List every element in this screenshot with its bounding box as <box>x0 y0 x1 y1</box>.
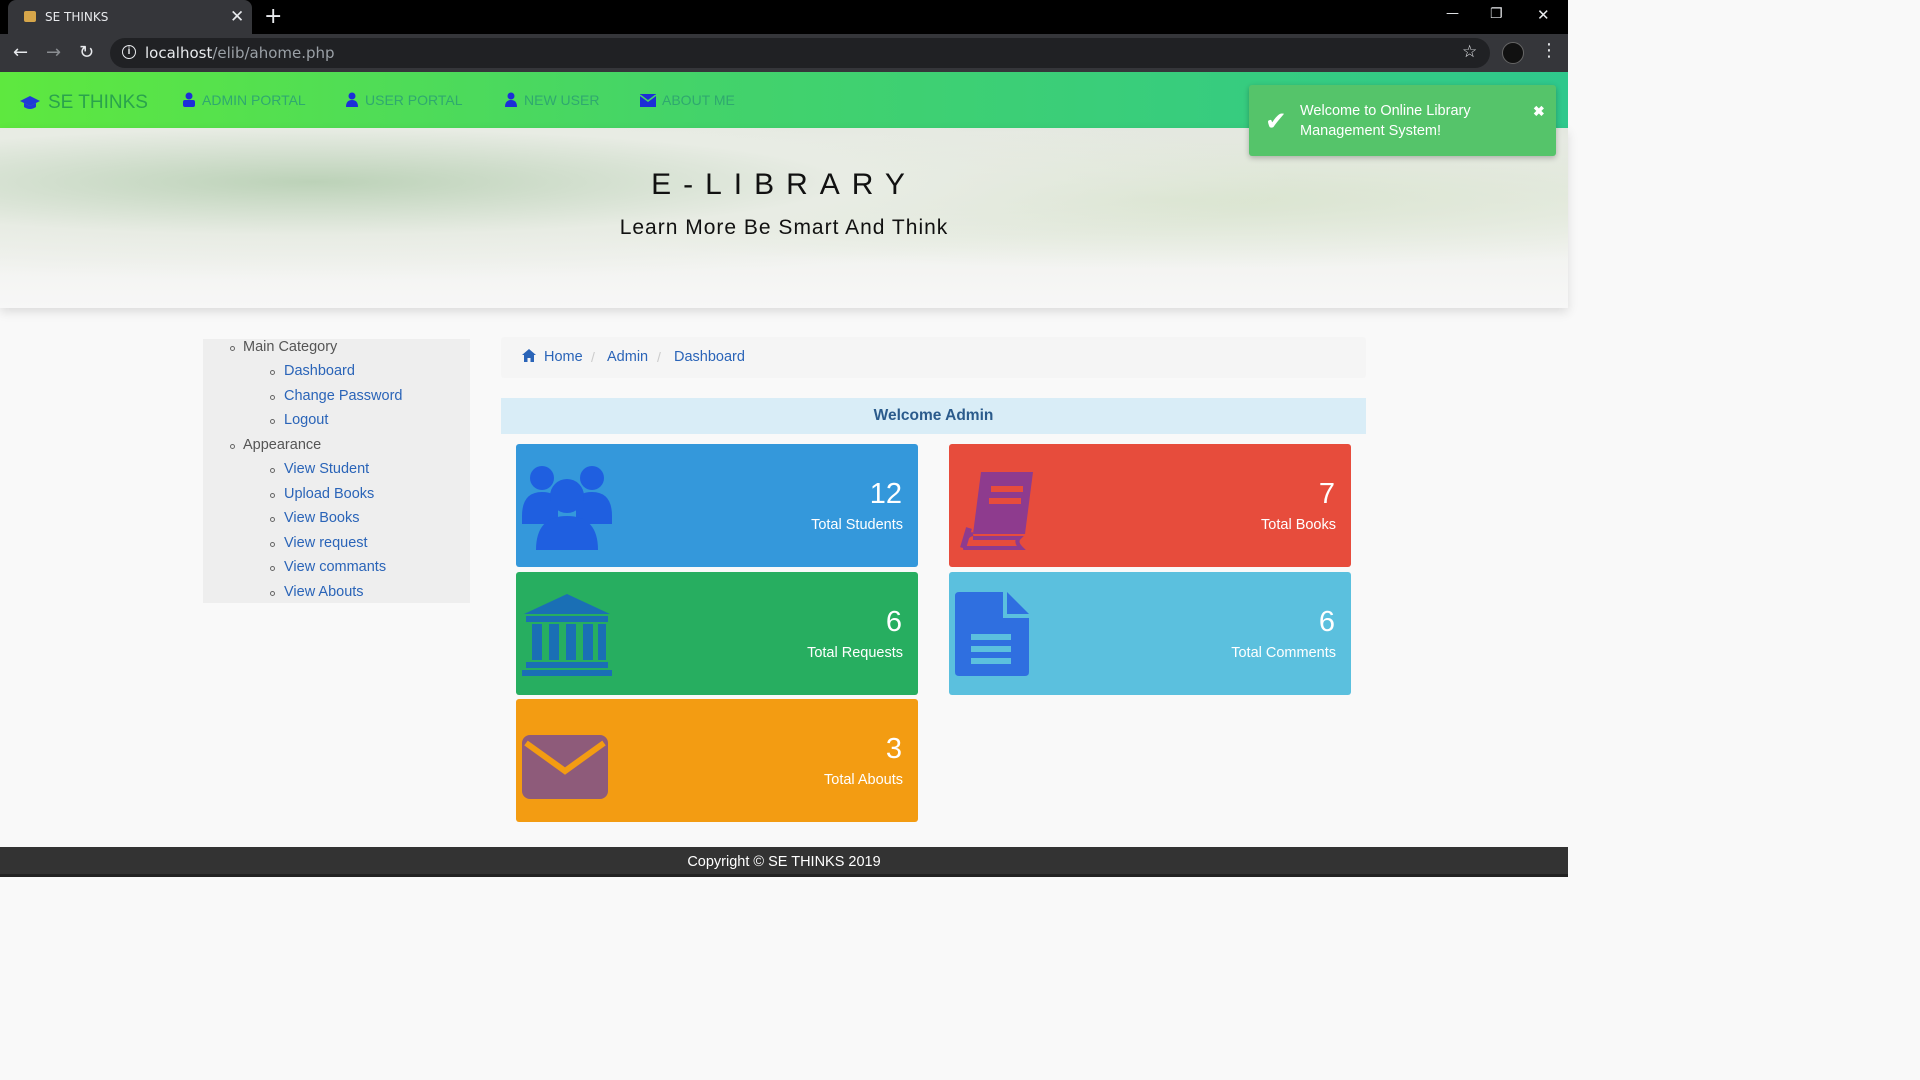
card-value: 3 <box>885 733 902 765</box>
card-label: Total Students <box>811 517 903 533</box>
welcome-toast: ✔ Welcome to Online Library Management S… <box>1249 85 1556 156</box>
sidebar-item-dashboard[interactable]: Dashboard <box>284 363 355 379</box>
graduation-cap-icon <box>20 96 40 109</box>
browser-toolbar: ← → ↻ i localhost/elib/ahome.php ☆ ⋮ <box>0 34 1568 72</box>
breadcrumb-dashboard[interactable]: Dashboard <box>674 349 745 365</box>
file-icon <box>955 592 1029 676</box>
sidebar-category-appearance: Appearance <box>243 437 322 453</box>
breadcrumb-separator: / <box>591 349 595 365</box>
browser-tab[interactable]: SE THINKS ✕ <box>8 0 252 34</box>
card-label: Total Comments <box>1231 645 1336 661</box>
card-label: Total Requests <box>807 645 903 661</box>
welcome-text: Welcome Admin <box>873 407 994 424</box>
sidebar-item-view-commants[interactable]: View commants <box>284 559 386 575</box>
user-icon <box>346 92 358 107</box>
sidebar-item-view-request[interactable]: View request <box>284 535 368 551</box>
nav-label: ABOUT ME <box>662 92 735 108</box>
envelope-icon <box>640 93 656 107</box>
bullet-icon <box>270 591 275 596</box>
copyright-text: Copyright © SE THINKS 2019 <box>687 854 881 870</box>
nav-new-user[interactable]: NEW USER <box>504 92 599 108</box>
sidebar-item-view-abouts[interactable]: View Abouts <box>284 584 364 600</box>
bullet-icon <box>270 517 275 522</box>
card-total-books[interactable]: 7 Total Books <box>949 444 1351 567</box>
brand-link[interactable]: SE THINKS <box>20 92 148 114</box>
sidebar-item-logout[interactable]: Logout <box>284 412 328 428</box>
bullet-icon <box>270 370 275 375</box>
sidebar-item-upload-books[interactable]: Upload Books <box>284 486 374 502</box>
toast-close-icon[interactable]: ✖ <box>1533 103 1545 120</box>
tab-close-icon[interactable]: ✕ <box>230 7 244 27</box>
favicon-icon <box>24 11 36 22</box>
bullet-icon <box>270 542 275 547</box>
user-add-icon <box>505 92 517 107</box>
sidebar-item-change-password[interactable]: Change Password <box>284 388 403 404</box>
bullet-icon <box>270 419 275 424</box>
nav-label: NEW USER <box>524 92 600 108</box>
card-value: 6 <box>1318 606 1335 638</box>
bullet-icon <box>270 493 275 498</box>
page-bottom-edge <box>0 877 1568 882</box>
home-icon <box>522 349 536 362</box>
card-total-comments[interactable]: 6 Total Comments <box>949 572 1351 695</box>
sidebar: Main Category Dashboard Change Password … <box>203 339 470 603</box>
sidebar-item-view-student[interactable]: View Student <box>284 461 369 477</box>
back-arrow-icon[interactable]: ← <box>13 42 28 63</box>
nav-label: ADMIN PORTAL <box>202 92 306 108</box>
info-icon[interactable]: i <box>122 45 136 59</box>
bullet-icon <box>230 444 235 449</box>
welcome-banner: Welcome Admin <box>501 398 1366 434</box>
nav-admin-portal[interactable]: ADMIN PORTAL <box>182 92 306 108</box>
brand-name: SE THINKS <box>48 92 148 113</box>
card-value: 7 <box>1318 478 1335 510</box>
card-value: 6 <box>885 606 902 638</box>
card-total-students[interactable]: 12 Total Students <box>516 444 918 567</box>
toast-message: Welcome to Online Library Management Sys… <box>1300 103 1471 139</box>
address-bar[interactable]: i localhost/elib/ahome.php ☆ <box>110 38 1490 68</box>
reload-icon[interactable]: ↻ <box>79 42 94 63</box>
card-total-abouts[interactable]: 3 Total Abouts <box>516 699 918 822</box>
bullet-icon <box>270 395 275 400</box>
card-value: 12 <box>869 478 902 510</box>
restore-button[interactable]: ❐ <box>1490 6 1503 22</box>
card-label: Total Abouts <box>824 772 903 788</box>
bullet-icon <box>270 468 275 473</box>
nav-label: USER PORTAL <box>365 92 463 108</box>
profile-avatar[interactable] <box>1502 42 1524 64</box>
forward-arrow-icon[interactable]: → <box>46 42 61 63</box>
hero-subtitle: Learn More Be Smart And Think <box>619 216 949 239</box>
check-icon: ✔ <box>1265 107 1287 137</box>
breadcrumb-home[interactable]: Home <box>544 349 583 365</box>
minimize-button[interactable]: — <box>1446 6 1459 21</box>
bookmark-star-icon[interactable]: ☆ <box>1462 42 1477 62</box>
sidebar-item-view-books[interactable]: View Books <box>284 510 360 526</box>
breadcrumb-separator: / <box>657 349 661 365</box>
institution-icon <box>522 594 612 676</box>
sidebar-category-main: Main Category <box>243 339 338 355</box>
breadcrumb-admin[interactable]: Admin <box>607 349 648 365</box>
envelope-icon <box>522 735 608 799</box>
menu-kebab-icon[interactable]: ⋮ <box>1540 40 1558 61</box>
admin-icon <box>183 92 195 107</box>
bullet-icon <box>270 566 275 571</box>
new-tab-button[interactable]: + <box>264 4 282 29</box>
breadcrumb: Home / Admin / Dashboard <box>501 337 1366 378</box>
bullet-icon <box>230 346 235 351</box>
book-icon <box>960 472 1033 550</box>
close-window-button[interactable]: ✕ <box>1537 6 1550 24</box>
users-icon <box>522 466 612 550</box>
card-label: Total Books <box>1261 517 1336 533</box>
nav-user-portal[interactable]: USER PORTAL <box>345 92 463 108</box>
tab-title: SE THINKS <box>45 10 109 24</box>
hero-title: E-LIBRARY <box>651 168 917 201</box>
nav-about-me[interactable]: ABOUT ME <box>640 92 735 108</box>
footer: Copyright © SE THINKS 2019 <box>0 847 1568 877</box>
url-text: localhost/elib/ahome.php <box>145 44 335 62</box>
card-total-requests[interactable]: 6 Total Requests <box>516 572 918 695</box>
browser-tab-bar: SE THINKS ✕ + — ❐ ✕ <box>0 0 1568 34</box>
